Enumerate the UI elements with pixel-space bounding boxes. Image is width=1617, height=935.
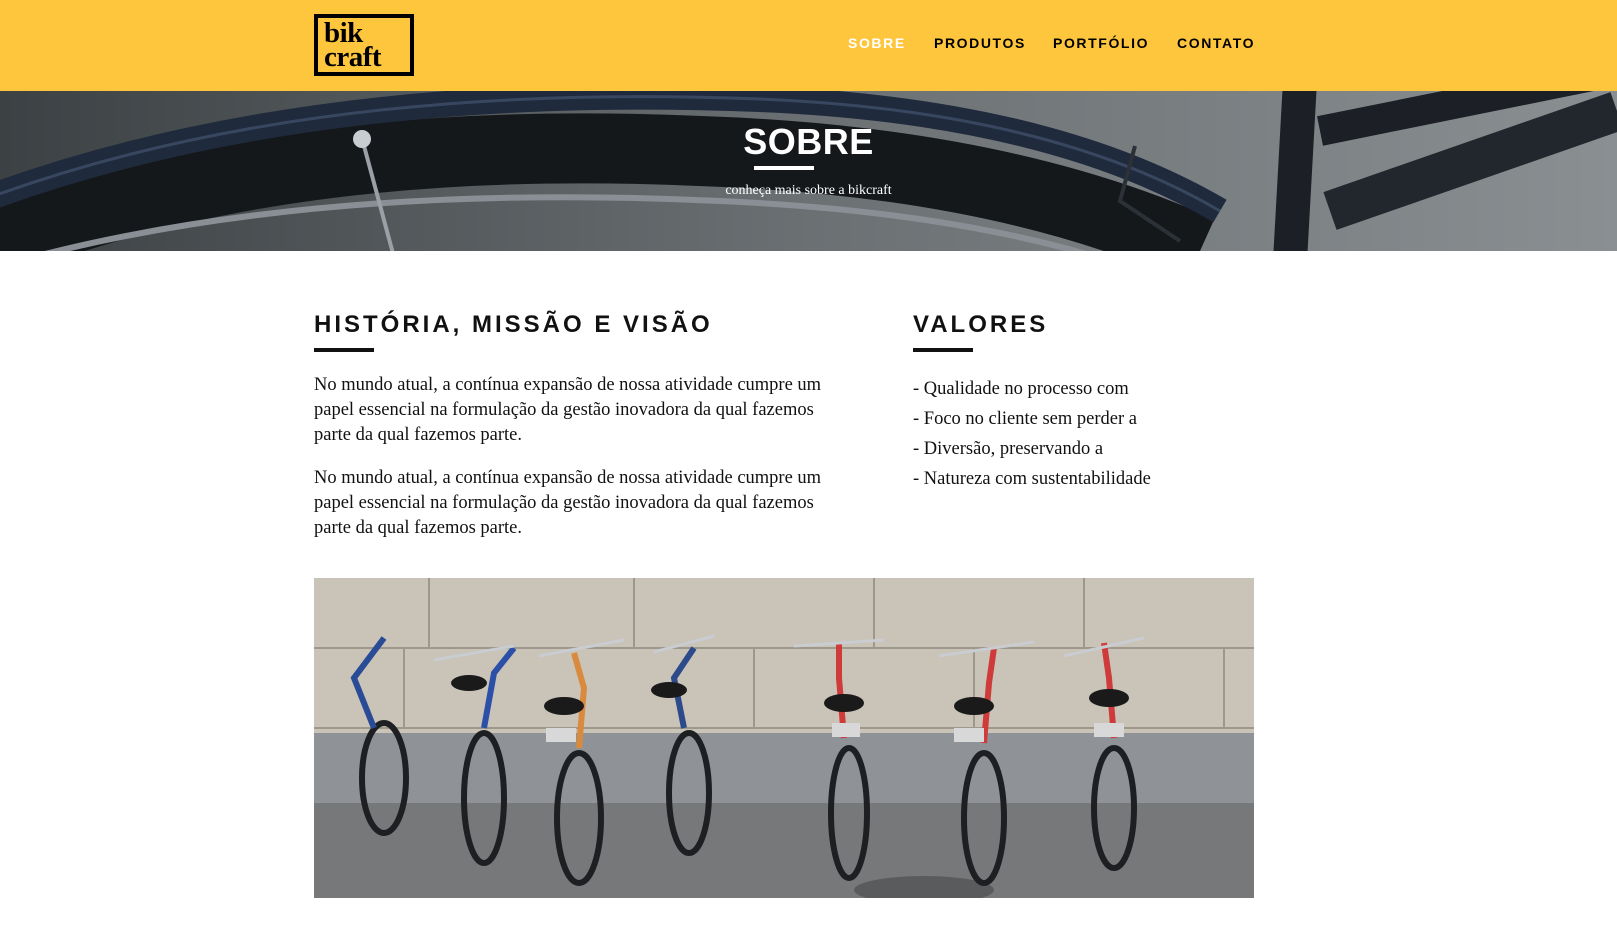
- nav-link-sobre[interactable]: SOBRE: [848, 35, 906, 51]
- hero-subtitle: conheça mais sobre a bikcraft: [725, 183, 892, 198]
- valores-heading: VALORES: [913, 311, 1049, 338]
- bicycles-illustration: [314, 578, 1254, 898]
- valores-item: - Foco no cliente sem perder a: [913, 409, 1137, 429]
- valores-list: - Qualidade no processo com - Foco no cl…: [913, 374, 1151, 494]
- historia-paragraph-2: No mundo atual, a contínua expansão de n…: [314, 468, 822, 538]
- valores-heading-underline: [913, 348, 973, 352]
- hero-title-underline: [754, 166, 814, 170]
- site-header: bik craft SOBRE PRODUTOS PORTFÓLIO CONTA…: [0, 0, 1617, 91]
- nav-link-produtos[interactable]: PRODUTOS: [934, 35, 1026, 51]
- valores-item: - Qualidade no processo com: [913, 379, 1129, 399]
- logo-line-2: craft: [324, 41, 382, 73]
- historia-heading: HISTÓRIA, MISSÃO E VISÃO: [314, 311, 713, 338]
- bikcraft-logo[interactable]: bik craft: [314, 14, 414, 76]
- historia-paragraph-1: No mundo atual, a contínua expansão de n…: [314, 375, 822, 445]
- nav-link-contato[interactable]: CONTATO: [1177, 35, 1255, 51]
- valores-item: - Natureza com sustentabilidade: [913, 469, 1151, 489]
- hero-title: SOBRE: [743, 121, 874, 162]
- bicycles-photo: [314, 578, 1254, 898]
- nav-link-portfolio[interactable]: PORTFÓLIO: [1053, 35, 1149, 51]
- hero-bike-photo: [0, 91, 1617, 251]
- valores-item: - Diversão, preservando a: [913, 439, 1104, 459]
- historia-heading-underline: [314, 348, 374, 352]
- hero-banner: SOBRE conheça mais sobre a bikcraft: [0, 91, 1617, 251]
